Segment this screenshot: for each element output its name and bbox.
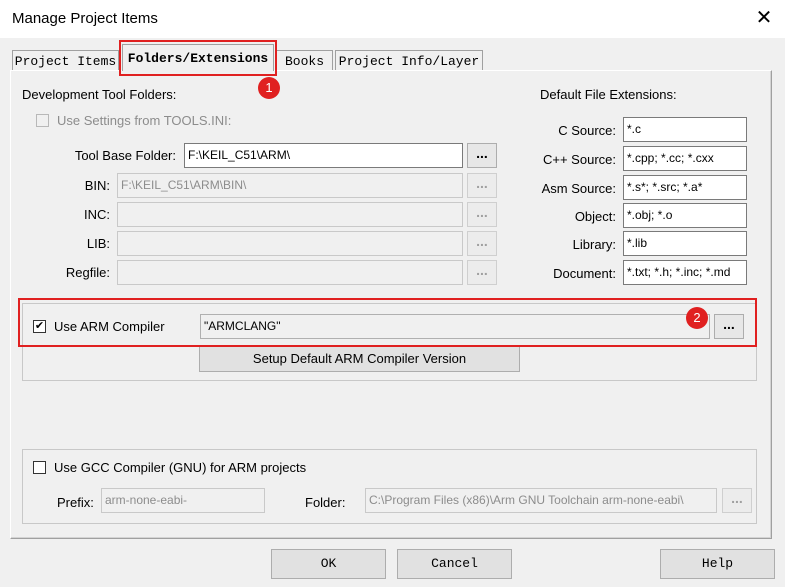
tab-folders-extensions[interactable]: Folders/Extensions xyxy=(122,44,274,71)
use-gcc-compiler-label: Use GCC Compiler (GNU) for ARM projects xyxy=(54,460,307,475)
annotation-badge-2: 2 xyxy=(686,307,708,329)
tool-base-browse-button[interactable]: ... xyxy=(467,143,497,168)
gcc-prefix-input[interactable]: arm-none-eabi- xyxy=(101,488,265,513)
use-tools-ini-checkbox[interactable] xyxy=(36,114,49,127)
close-button[interactable]: ✕ xyxy=(750,4,778,32)
ext-label-document: Document: xyxy=(553,266,616,281)
gcc-prefix-label: Prefix: xyxy=(57,495,94,510)
help-button[interactable]: Help xyxy=(660,549,775,579)
bin-input[interactable]: F:\KEIL_C51\ARM\BIN\ xyxy=(117,173,463,198)
extensions-heading: Default File Extensions: xyxy=(540,87,677,102)
gcc-folder-browse-button[interactable]: ... xyxy=(722,488,752,513)
cancel-button[interactable]: Cancel xyxy=(397,549,512,579)
ok-button[interactable]: OK xyxy=(271,549,386,579)
highlight-box-arm-compiler xyxy=(18,298,757,347)
annotation-badge-1: 1 xyxy=(258,77,280,99)
ext-input-document[interactable]: *.txt; *.h; *.inc; *.md xyxy=(623,260,747,285)
ext-label-library: Library: xyxy=(572,237,616,252)
ext-input-object[interactable]: *.obj; *.o xyxy=(623,203,747,228)
ext-label-object: Object: xyxy=(574,209,616,224)
ext-input-c-source[interactable]: *.c xyxy=(623,117,747,142)
inc-input[interactable] xyxy=(117,202,463,227)
regfile-input[interactable] xyxy=(117,260,463,285)
inc-label: INC: xyxy=(84,207,110,222)
ext-label-asm-source: Asm Source: xyxy=(541,181,616,196)
tool-base-folder-input[interactable]: F:\KEIL_C51\ARM\ xyxy=(184,143,463,168)
window-title: Manage Project Items xyxy=(12,10,158,27)
tab-books[interactable]: Books xyxy=(276,50,333,71)
lib-label: LIB: xyxy=(86,236,110,251)
bin-label: BIN: xyxy=(84,178,110,193)
inc-browse-button[interactable]: ... xyxy=(467,202,497,227)
ext-label-c-source: C Source: xyxy=(558,123,616,138)
ext-input-asm-source[interactable]: *.s*; *.src; *.a* xyxy=(623,175,747,200)
ext-label-cpp-source: C++ Source: xyxy=(543,152,616,167)
tab-project-items[interactable]: Project Items xyxy=(12,50,119,71)
gcc-folder-label: Folder: xyxy=(305,495,346,510)
tab-project-info-layer[interactable]: Project Info/Layer xyxy=(335,50,483,71)
use-gcc-compiler-checkbox[interactable] xyxy=(33,461,46,474)
regfile-browse-button[interactable]: ... xyxy=(467,260,497,285)
tool-base-folder-label: Tool Base Folder: xyxy=(74,148,176,163)
setup-arm-compiler-button[interactable]: Setup Default ARM Compiler Version xyxy=(199,345,520,372)
lib-browse-button[interactable]: ... xyxy=(467,231,497,256)
bin-browse-button[interactable]: ... xyxy=(467,173,497,198)
dev-folders-heading: Development Tool Folders: xyxy=(22,87,177,102)
ext-input-cpp-source[interactable]: *.cpp; *.cc; *.cxx xyxy=(623,146,747,171)
use-tools-ini-label: Use Settings from TOOLS.INI: xyxy=(57,113,232,128)
gcc-folder-input[interactable]: C:\Program Files (x86)\Arm GNU Toolchain… xyxy=(365,488,717,513)
regfile-label: Regfile: xyxy=(65,265,110,280)
lib-input[interactable] xyxy=(117,231,463,256)
ext-input-library[interactable]: *.lib xyxy=(623,231,747,256)
